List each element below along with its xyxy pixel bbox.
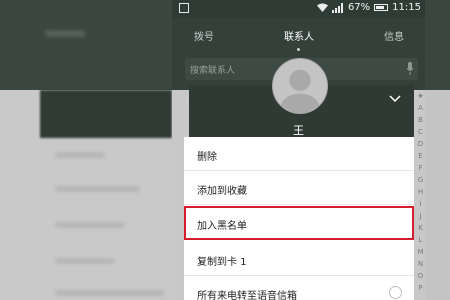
index-letter[interactable]: E: [416, 150, 425, 162]
backdrop-card-blur: [40, 90, 172, 138]
index-letter[interactable]: N: [416, 258, 425, 270]
index-letter[interactable]: O: [416, 270, 425, 282]
mic-icon[interactable]: [406, 62, 414, 75]
contact-name: 王: [293, 124, 304, 137]
menu-item-copy-to-sim[interactable]: 复制到卡 1: [184, 242, 414, 276]
backdrop-sheet-right: [425, 90, 450, 300]
backdrop-header-left: [0, 0, 172, 90]
index-letter[interactable]: D: [416, 138, 425, 150]
menu-item-label: 添加到收藏: [197, 186, 247, 197]
menu-item-label: 加入黑名单: [197, 221, 247, 232]
index-letter[interactable]: G: [416, 174, 425, 186]
index-letter[interactable]: ★: [416, 90, 425, 102]
signal-icon: [331, 2, 343, 13]
index-letter[interactable]: H: [416, 186, 425, 198]
index-letter[interactable]: K: [416, 222, 425, 234]
backdrop-header-right: [425, 0, 450, 90]
index-letter[interactable]: F: [416, 162, 425, 174]
index-letter[interactable]: P: [416, 282, 425, 294]
menu-item-add-blacklist[interactable]: 加入黑名单: [184, 206, 414, 240]
menu-item-label: 复制到卡 1: [197, 257, 247, 268]
menu-item-label: 所有来电转至语音信箱: [197, 291, 297, 300]
status-bar: 67% 11:15: [172, 0, 425, 18]
checkbox-icon[interactable]: [389, 286, 402, 299]
index-letter[interactable]: A: [416, 102, 425, 114]
backdrop-line: [55, 186, 140, 192]
context-menu: 删除 添加到收藏 加入黑名单 复制到卡 1 所有来电转至语音信箱: [184, 137, 414, 300]
clock: 11:15: [392, 2, 421, 13]
index-letter[interactable]: C: [416, 126, 425, 138]
menu-item-delete[interactable]: 删除: [184, 137, 414, 171]
tab-messages[interactable]: 信息: [384, 28, 404, 43]
index-letter[interactable]: B: [416, 114, 425, 126]
tab-dialer[interactable]: 拨号: [194, 28, 214, 43]
backdrop-line: [55, 258, 115, 264]
backdrop-title-blur: [45, 30, 85, 37]
notification-icon: [179, 3, 189, 13]
avatar: [272, 58, 328, 114]
menu-item-label: 删除: [197, 152, 217, 163]
wifi-icon: [316, 3, 328, 12]
index-letter[interactable]: J: [416, 210, 425, 222]
backdrop-line: [55, 152, 105, 158]
search-placeholder: 搜索联系人: [190, 66, 236, 76]
index-letter[interactable]: M: [416, 246, 425, 258]
tab-contacts[interactable]: 联系人: [284, 28, 314, 43]
tab-indicator: [297, 48, 300, 51]
alphabet-index-bar[interactable]: ★ A B C D E F G H I J K L M N O P: [416, 90, 425, 300]
backdrop-line: [55, 290, 165, 296]
phone-screen: 67% 11:15 拨号 联系人 信息 搜索联系人 S 王 删除: [172, 0, 425, 300]
tab-bar: 拨号 联系人 信息: [172, 24, 425, 46]
index-letter[interactable]: L: [416, 234, 425, 246]
battery-percent: 67%: [347, 2, 371, 13]
index-letter[interactable]: I: [416, 198, 425, 210]
menu-item-voicemail-forward[interactable]: 所有来电转至语音信箱: [184, 276, 414, 300]
chevron-down-icon[interactable]: [389, 95, 401, 103]
status-right: 67% 11:15: [316, 2, 421, 13]
battery-icon: [374, 4, 389, 11]
menu-item-add-favorite[interactable]: 添加到收藏: [184, 171, 414, 205]
person-icon: [278, 69, 322, 113]
backdrop-line: [55, 222, 125, 228]
